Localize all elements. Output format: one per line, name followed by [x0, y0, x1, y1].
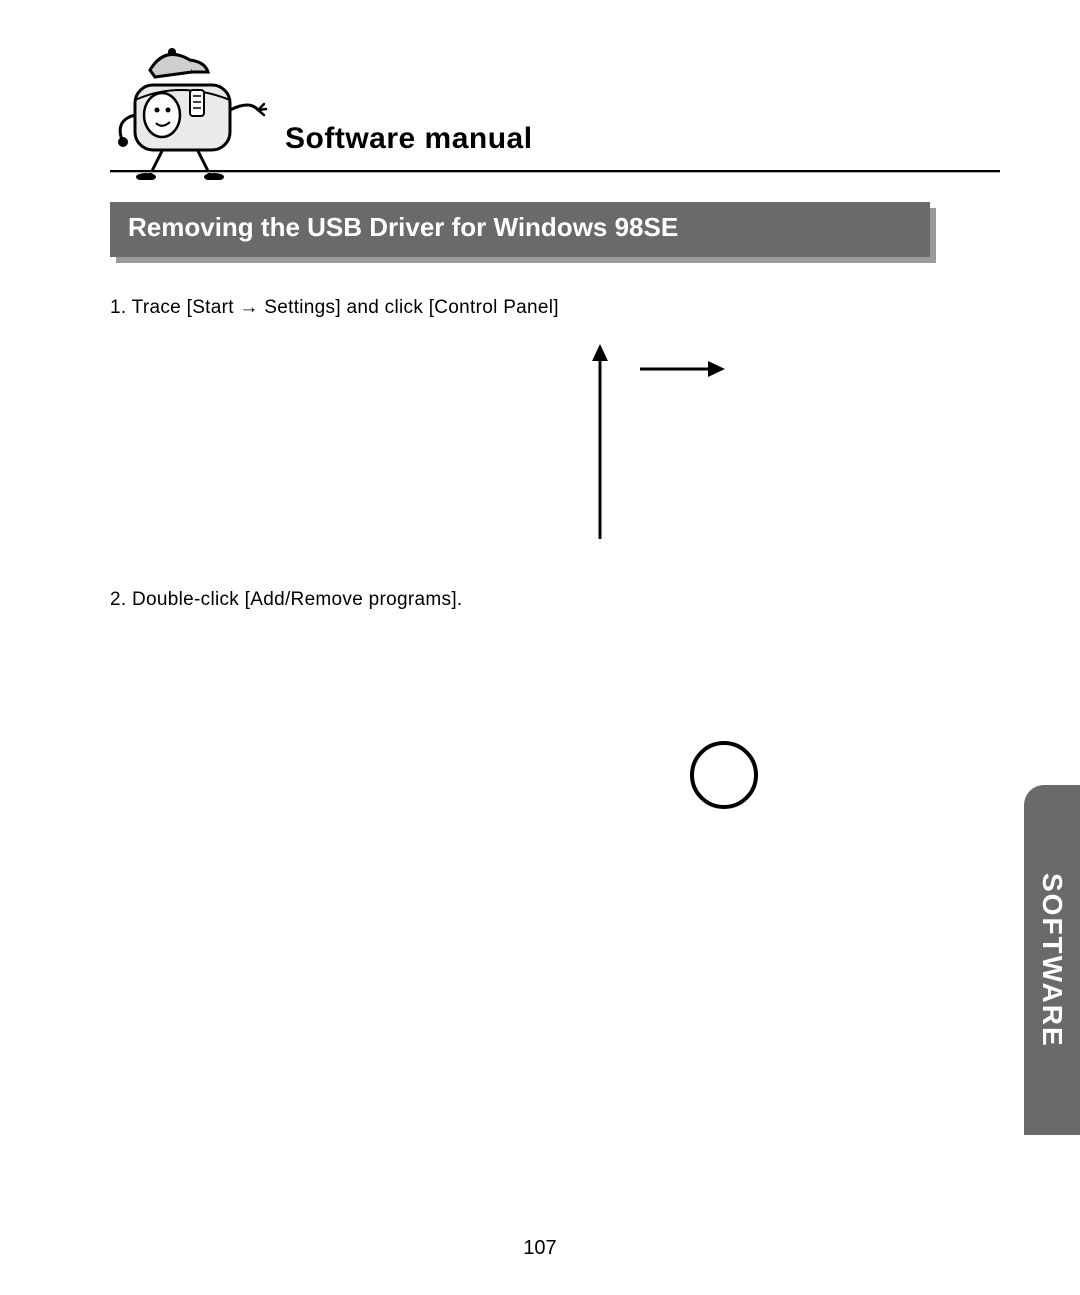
chapter-title: Software manual — [285, 122, 533, 156]
header-rule — [110, 170, 1000, 173]
section-heading-container: Removing the USB Driver for Windows 98SE — [110, 202, 1000, 257]
circle-callout-icon — [690, 741, 758, 809]
page-header: Software manual — [110, 40, 1000, 180]
step-1-text: 1. Trace [Start → Settings] and click [C… — [110, 297, 1000, 319]
side-tab: SOFTWARE — [1024, 785, 1080, 1135]
side-tab-label: SOFTWARE — [1036, 873, 1068, 1048]
page: Software manual Removing the USB Driver … — [0, 0, 1080, 1295]
page-number: 107 — [0, 1237, 1080, 1260]
step-2-text: 2. Double-click [Add/Remove programs]. — [110, 589, 1000, 611]
diagram-arrows-icon — [540, 339, 760, 554]
mascot-icon — [110, 30, 270, 185]
section-heading: Removing the USB Driver for Windows 98SE — [110, 202, 930, 257]
